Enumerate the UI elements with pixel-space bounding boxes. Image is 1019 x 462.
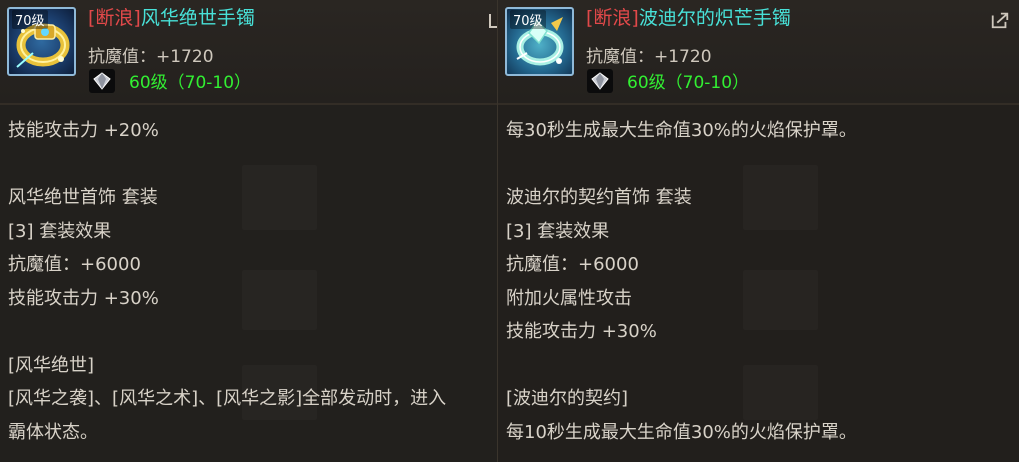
- item-title: [断浪]风华绝世手镯: [88, 6, 255, 30]
- item-title: [断浪]波迪尔的炽芒手镯: [586, 6, 791, 30]
- level-requirement: 60级（70-10）: [129, 73, 252, 93]
- description-line: [8, 148, 491, 182]
- description-line: 技能攻击力 +30%: [506, 321, 657, 342]
- set-name: 波迪尔的契约首饰 套装: [506, 187, 692, 208]
- header-divider: [498, 103, 1019, 105]
- level-requirement: 60级（70-10）: [627, 73, 750, 93]
- description-line: [8, 315, 491, 349]
- description-line: [风华之袭]、[风华之术]、[风华之影]全部发动时，进入: [8, 388, 447, 409]
- item-name: 波迪尔的炽芒手镯: [638, 7, 791, 29]
- description-line: 抗魔值：+6000: [8, 254, 141, 275]
- item-level-badge: 70级: [12, 10, 48, 29]
- item-tooltip-left: 70级 [断浪]风华绝世手镯 抗魔值：+1720 60级（70-10） 技能攻击…: [0, 0, 497, 462]
- item-description: 每30秒生成最大生命值30%的火焰保护罩。 波迪尔的契约首饰 套装 [3] 套装…: [506, 114, 1013, 449]
- set-bonus-title: [风华绝世]: [8, 354, 95, 376]
- set-effect-header: [3] 套装效果: [8, 220, 112, 242]
- item-level-badge: 70级: [510, 10, 546, 29]
- description-line: 技能攻击力 +20%: [8, 120, 159, 141]
- item-name: 风华绝世手镯: [140, 7, 255, 29]
- share-arrow-icon[interactable]: [487, 10, 497, 30]
- description-line: 附加火属性攻击: [506, 287, 632, 309]
- item-stat: 抗魔值：+1720: [586, 47, 712, 67]
- set-effect-header: [3] 套装效果: [506, 220, 610, 242]
- item-description: 技能攻击力 +20% 风华绝世首饰 套装 [3] 套装效果 抗魔值：+6000 …: [8, 114, 491, 449]
- item-tag: [断浪]: [88, 7, 141, 29]
- description-line: 抗魔值：+6000: [506, 254, 639, 275]
- description-line: 每30秒生成最大生命值30%的火焰保护罩。: [506, 120, 857, 141]
- diamond-icon: [89, 69, 115, 93]
- description-line: [506, 349, 1013, 383]
- description-line: 技能攻击力 +30%: [8, 287, 159, 309]
- description-line: [506, 148, 1013, 182]
- tooltip-comparison: 70级 [断浪]风华绝世手镯 抗魔值：+1720 60级（70-10） 技能攻击…: [0, 0, 1019, 462]
- tooltip-header: 70级 [断浪]风华绝世手镯 抗魔值：+1720 60级（70-10）: [0, 0, 497, 103]
- description-line: 每10秒生成最大生命值30%的火焰保护罩。: [506, 421, 857, 443]
- set-bonus-title: [波迪尔的契约]: [506, 388, 629, 409]
- item-tag: [断浪]: [586, 7, 639, 29]
- tooltip-header: 70级 [断浪]波迪尔的炽芒手镯 抗魔值：+1720 60级（70-10）: [498, 0, 1019, 103]
- diamond-icon: [587, 69, 613, 93]
- item-stat: 抗魔值：+1720: [88, 47, 214, 67]
- header-divider: [0, 103, 497, 105]
- set-name: 风华绝世首饰 套装: [8, 187, 158, 208]
- item-tooltip-right: 70级 [断浪]波迪尔的炽芒手镯 抗魔值：+1720 60级（70-10） 每3…: [497, 0, 1019, 462]
- description-line: 霸体状态。: [8, 421, 98, 443]
- share-arrow-icon[interactable]: [989, 10, 1011, 30]
- crystal-bracelet-icon: 70级: [505, 7, 574, 76]
- golden-bracelet-icon: 70级: [7, 7, 76, 76]
